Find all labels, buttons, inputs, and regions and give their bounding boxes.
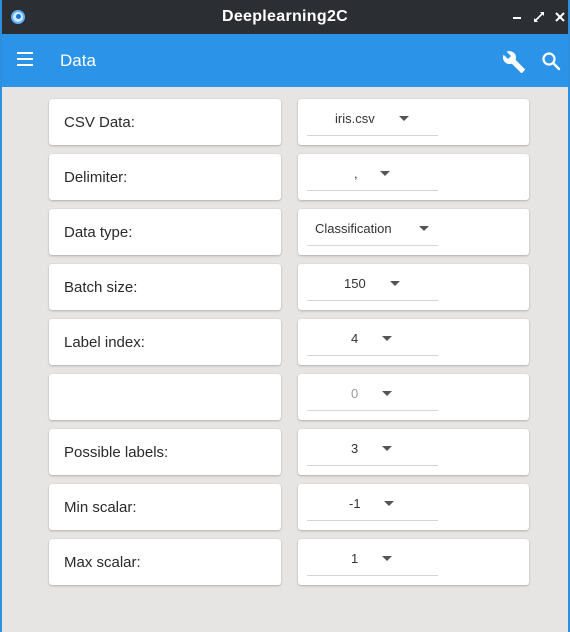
label-card-max-scalar: Max scalar: [49, 539, 281, 585]
label-card-delimiter: Delimiter: [49, 154, 281, 200]
data-type-dropdown[interactable]: Classification [307, 209, 438, 246]
label-card-csv-data: CSV Data: [49, 99, 281, 145]
dropdown-value: 1 [351, 551, 359, 566]
label-index-dropdown[interactable]: 4 [307, 319, 438, 356]
chevron-down-icon [390, 281, 400, 286]
csv-data-dropdown[interactable]: iris.csv [307, 99, 438, 136]
dropdown-value: Classification [315, 221, 392, 236]
label-card-empty [49, 374, 281, 420]
label-card-min-scalar: Min scalar: [49, 484, 281, 530]
chevron-down-icon [419, 226, 429, 231]
field-label: Batch size: [64, 279, 138, 296]
label-card-batch-size: Batch size: [49, 264, 281, 310]
restore-icon[interactable] [531, 9, 547, 25]
chevron-down-icon [382, 446, 392, 451]
field-label: Data type: [64, 224, 133, 241]
value-card-batch-size: 150 [298, 264, 529, 310]
wrench-icon[interactable] [502, 50, 526, 74]
delimiter-dropdown[interactable]: , [307, 154, 438, 191]
batch-size-dropdown[interactable]: 150 [307, 264, 438, 301]
field-label: Label index: [64, 334, 145, 351]
dropdown-value: 4 [351, 331, 359, 346]
min-scalar-dropdown[interactable]: -1 [307, 484, 438, 521]
app-bar: Data [2, 34, 568, 87]
max-scalar-dropdown[interactable]: 1 [307, 539, 438, 576]
dropdown-value: , [354, 166, 358, 181]
value-card-delimiter: , [298, 154, 529, 200]
chevron-down-icon [382, 556, 392, 561]
window-titlebar[interactable]: Deeplearning2C [2, 0, 568, 34]
minimize-icon[interactable] [509, 9, 525, 25]
dropdown-value: 0 [351, 386, 359, 401]
page-title: Data [60, 51, 96, 70]
value-card-min-scalar: -1 [298, 484, 529, 530]
value-card-possible-labels: 3 [298, 429, 529, 475]
field-label: CSV Data: [64, 114, 135, 131]
value-card-label-index: 4 [298, 319, 529, 365]
chevron-down-icon [384, 501, 394, 506]
value-card-disabled: 0 [298, 374, 529, 420]
label-card-possible-labels: Possible labels: [49, 429, 281, 475]
field-label: Max scalar: [64, 554, 141, 571]
value-card-csv-data: iris.csv [298, 99, 529, 145]
window-title: Deeplearning2C [221, 8, 348, 25]
hamburger-menu-icon[interactable] [16, 52, 36, 68]
settings-form: CSV Data: iris.csv Delimiter: , Data typ… [2, 87, 568, 632]
chevron-down-icon [399, 116, 409, 121]
dropdown-value: iris.csv [335, 111, 375, 126]
search-icon[interactable] [541, 51, 561, 71]
dropdown-value: 3 [351, 441, 359, 456]
value-card-max-scalar: 1 [298, 539, 529, 585]
close-icon[interactable] [552, 9, 568, 25]
dropdown-value: 150 [344, 276, 366, 291]
value-card-data-type: Classification [298, 209, 529, 255]
chevron-down-icon [382, 336, 392, 341]
app-window: Deeplearning2C Data CSV Data: iris.csv D… [0, 0, 570, 632]
chevron-down-icon [382, 391, 392, 396]
disabled-dropdown: 0 [307, 374, 438, 411]
possible-labels-dropdown[interactable]: 3 [307, 429, 438, 466]
field-label: Delimiter: [64, 169, 128, 186]
label-card-data-type: Data type: [49, 209, 281, 255]
field-label: Min scalar: [64, 499, 137, 516]
field-label: Possible labels: [64, 444, 169, 461]
dropdown-value: -1 [349, 496, 361, 511]
chevron-down-icon [380, 171, 390, 176]
label-card-label-index: Label index: [49, 319, 281, 365]
